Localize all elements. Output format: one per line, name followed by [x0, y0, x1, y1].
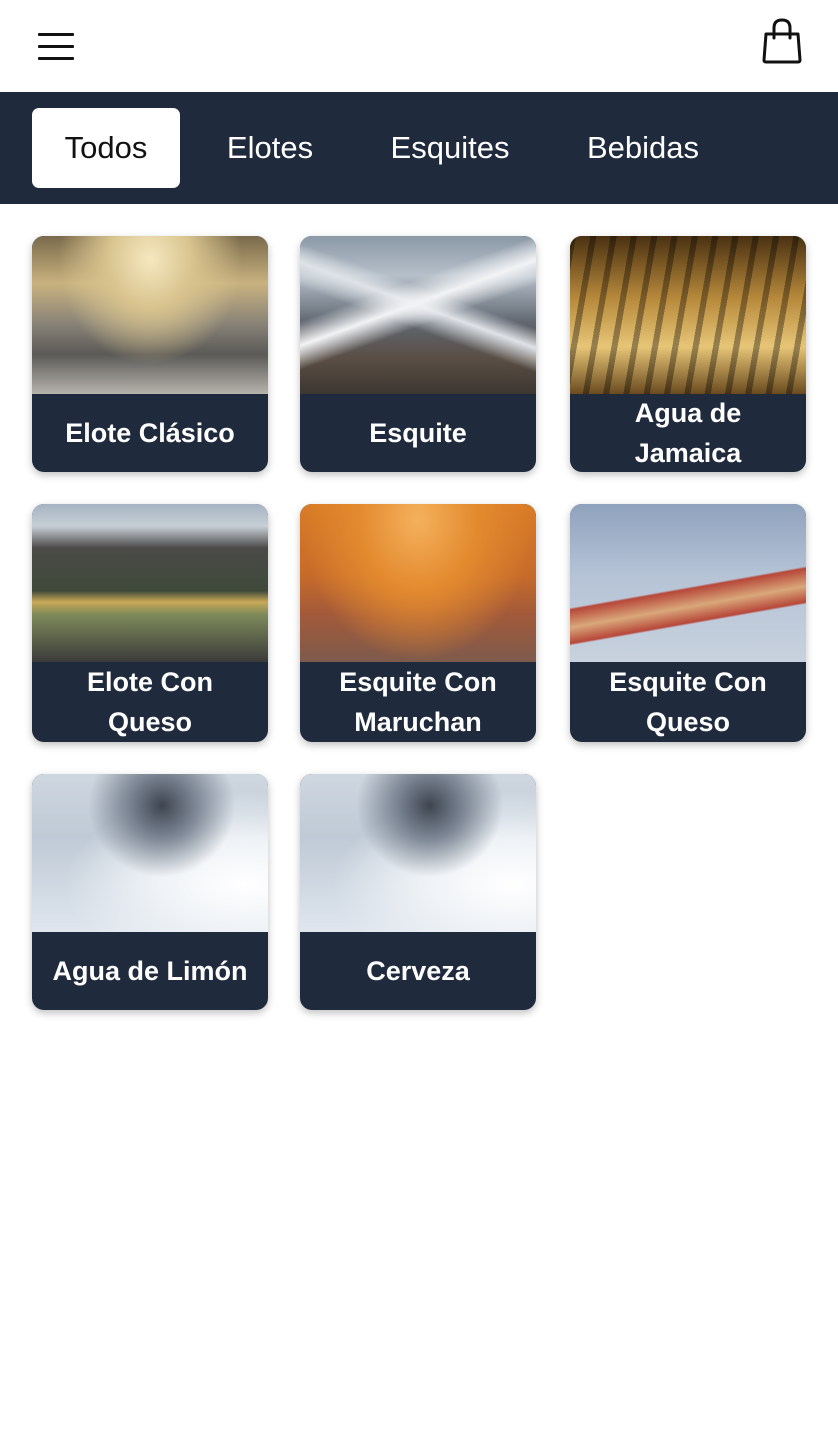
product-card[interactable]: Elote Con Queso	[32, 504, 268, 742]
product-image	[570, 236, 806, 394]
product-image	[300, 504, 536, 662]
top-bar	[0, 0, 838, 92]
product-name: Agua de Jamaica	[634, 398, 742, 468]
product-card[interactable]: Elote Clásico	[32, 236, 268, 472]
product-name: Elote Con Queso	[87, 667, 213, 737]
product-name: Esquite	[369, 418, 467, 448]
product-name: Agua de Limón	[52, 956, 248, 986]
product-card[interactable]: Agua de Limón	[32, 774, 268, 1010]
tab-esquites[interactable]: Esquites	[364, 108, 536, 188]
product-image	[32, 504, 268, 662]
product-image	[300, 236, 536, 394]
tab-elotes[interactable]: Elotes	[200, 108, 340, 188]
product-image	[32, 774, 268, 932]
product-image	[300, 774, 536, 932]
tab-todos[interactable]: Todos	[32, 108, 180, 188]
menu-line	[38, 56, 74, 60]
product-image	[32, 236, 268, 394]
product-card[interactable]: Agua de Jamaica	[570, 236, 806, 472]
menu-line	[38, 32, 74, 36]
product-name: Esquite Con Maruchan	[339, 667, 497, 737]
product-name: Cerveza	[366, 956, 470, 986]
product-card[interactable]: Esquite Con Maruchan	[300, 504, 536, 742]
product-image	[570, 504, 806, 662]
shopping-bag-icon[interactable]	[758, 16, 806, 66]
category-tabs: Todos Elotes Esquites Bebidas	[0, 92, 838, 204]
product-name: Elote Clásico	[65, 418, 235, 448]
hamburger-menu-icon[interactable]	[32, 24, 80, 68]
menu-line	[38, 44, 74, 48]
product-card[interactable]: Esquite Con Queso	[570, 504, 806, 742]
product-card[interactable]: Cerveza	[300, 774, 536, 1010]
product-card[interactable]: Esquite	[300, 236, 536, 472]
tab-bebidas[interactable]: Bebidas	[560, 108, 726, 188]
product-name: Esquite Con Queso	[609, 667, 767, 737]
